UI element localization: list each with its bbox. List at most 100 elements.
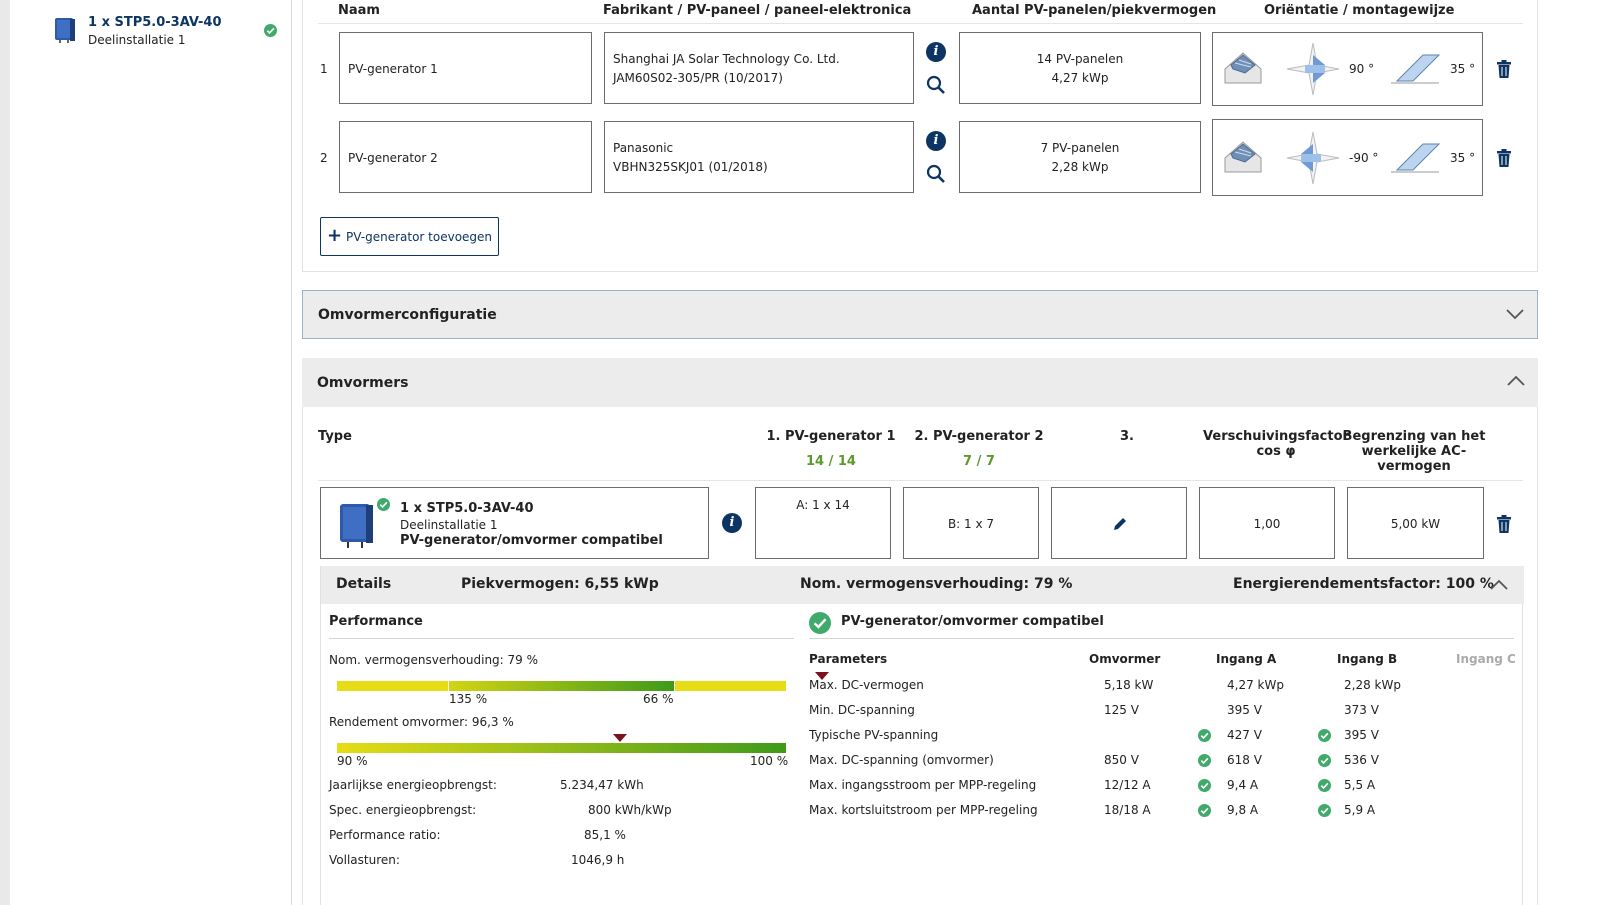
- app-window: 1 x STP5.0-3AV-40 Deelinstallatie 1 Naam…: [10, 0, 1623, 905]
- col-header-gen1: 1. PV-generator 1 14 / 14: [756, 429, 906, 469]
- details-header[interactable]: Details Piekvermogen: 6,55 kWp Nom. verm…: [321, 566, 1524, 604]
- chevron-down-icon: [1506, 309, 1524, 320]
- details-label: Details: [336, 576, 392, 592]
- stat-label: Vollasturen:: [329, 853, 400, 867]
- pv-name-field[interactable]: PV-generator 2: [339, 121, 592, 193]
- inverter-type-field[interactable]: 1 x STP5.0-3AV-40 Deelinstallatie 1 PV-g…: [320, 487, 709, 559]
- panel-model-value: VBHN325SKJ01 (01/2018): [613, 160, 768, 174]
- panel-model-value: JAM60S02-305/PR (10/2017): [613, 71, 783, 85]
- pv-panel-field[interactable]: Shanghai JA Solar Technology Co. Ltd. JA…: [604, 32, 914, 104]
- row-number: 2: [320, 151, 328, 165]
- col-header-type: Type: [318, 429, 352, 444]
- input-b-value: 5,9 A: [1344, 803, 1376, 817]
- peak-power-value: 4,27 kWp: [1051, 70, 1109, 85]
- gauge-bar: [337, 743, 786, 753]
- input-b-value: 395 V: [1344, 728, 1379, 742]
- gauge-segment-low: [337, 681, 448, 691]
- info-icon[interactable]: i: [722, 513, 742, 533]
- gen2-config-value: B: 1 x 7: [947, 517, 995, 531]
- limit-label-2: werkelijke AC-: [1361, 444, 1467, 459]
- chevron-up-icon: [1490, 579, 1508, 590]
- accordion-title: Omvormerconfiguratie: [318, 306, 497, 323]
- trash-icon[interactable]: [1496, 149, 1512, 167]
- check-circle-icon: [809, 612, 831, 634]
- col-header-input-c: Ingang C: [1456, 652, 1516, 666]
- inverter-subtitle: Deelinstallatie 1: [400, 518, 498, 532]
- pv-name-value: PV-generator 1: [348, 62, 438, 76]
- gen2-label: 2. PV-generator 2: [914, 429, 1044, 444]
- input-a-value: 427 V: [1227, 728, 1262, 742]
- ratio-label: Nom. vermogensverhouding: 79 %: [329, 653, 539, 667]
- pencil-icon: [1114, 518, 1126, 530]
- search-icon[interactable]: [926, 164, 946, 184]
- efficiency-marker: [612, 734, 627, 742]
- pv-panel-field[interactable]: Panasonic VBHN325SKJ01 (01/2018): [604, 121, 914, 193]
- add-pv-generator-label: PV-generator toevoegen: [346, 229, 493, 244]
- info-icon[interactable]: i: [926, 42, 946, 62]
- accordion-inverter-config[interactable]: Omvormerconfiguratie: [302, 290, 1538, 339]
- info-icon[interactable]: i: [926, 131, 946, 151]
- stat-value: 1046,9 h: [571, 853, 625, 867]
- gen3-config-field[interactable]: [1051, 487, 1187, 559]
- limit-label-1: Begrenzing van het: [1342, 429, 1486, 444]
- check-circle-icon: [1318, 779, 1331, 792]
- check-circle-icon: [1318, 729, 1331, 742]
- col-header-ac-limit: Begrenzing van het werkelijke AC- vermog…: [1341, 429, 1487, 474]
- ac-limit-field[interactable]: 5,00 kW: [1347, 487, 1484, 559]
- inverter-icon: [340, 504, 373, 548]
- gauge-low-label: 135 %: [449, 692, 488, 706]
- orientation-field[interactable]: 90 ° 35 °: [1212, 32, 1483, 106]
- gen1-config-field[interactable]: A: 1 x 14: [755, 487, 891, 559]
- panel-count-field[interactable]: 7 PV-panelen 2,28 kWp: [959, 121, 1201, 193]
- inverter-value: 850 V: [1104, 753, 1139, 767]
- trash-icon[interactable]: [1496, 60, 1512, 78]
- inverter-value: 18/18 A: [1104, 803, 1151, 817]
- input-b-value: 373 V: [1344, 703, 1379, 717]
- gauge-segment-optimal: [449, 681, 674, 691]
- col-header-manufacturer: Fabrikant / PV-paneel / paneel-elektroni…: [603, 3, 912, 18]
- compass-east-icon: [1286, 42, 1340, 96]
- cosphi-field[interactable]: 1,00: [1199, 487, 1335, 559]
- check-circle-icon: [1318, 804, 1331, 817]
- col-header-orientation: Oriëntatie / montagewijze: [1264, 3, 1455, 18]
- gauge-high-label: 66 %: [643, 692, 674, 706]
- divider: [809, 638, 1514, 639]
- divider: [318, 480, 1523, 481]
- stat-value: 5.234,47 kWh: [560, 778, 644, 792]
- limit-label-3: vermogen: [1377, 459, 1451, 474]
- pv-name-field[interactable]: PV-generator 1: [339, 32, 592, 104]
- tilt-value: 35 °: [1450, 62, 1476, 76]
- col-header-gen2: 2. PV-generator 2 7 / 7: [904, 429, 1054, 469]
- tilt-panel-icon: [1391, 54, 1441, 84]
- add-pv-generator-button[interactable]: + PV-generator toevoegen: [320, 217, 499, 256]
- check-circle-icon: [1198, 754, 1211, 767]
- input-b-value: 536 V: [1344, 753, 1379, 767]
- manufacturer-value: Shanghai JA Solar Technology Co. Ltd.: [613, 52, 840, 66]
- inverter-value: 125 V: [1104, 703, 1139, 717]
- input-a-value: 395 V: [1227, 703, 1262, 717]
- inverter-title: 1 x STP5.0-3AV-40: [400, 501, 534, 516]
- param-label: Max. ingangsstroom per MPP-regeling: [809, 778, 1037, 792]
- panel-count-field[interactable]: 14 PV-panelen 4,27 kWp: [959, 32, 1201, 104]
- param-label: Min. DC-spanning: [809, 703, 915, 717]
- chevron-up-icon: [1507, 375, 1525, 386]
- azimuth-value: -90 °: [1349, 151, 1379, 165]
- col-header-input-b: Ingang B: [1337, 652, 1398, 666]
- sidebar-item-inverter[interactable]: 1 x STP5.0-3AV-40 Deelinstallatie 1: [52, 14, 282, 54]
- pv-name-value: PV-generator 2: [348, 151, 438, 165]
- ratio-summary: Nom. vermogensverhouding: 79 %: [800, 576, 1073, 592]
- search-icon[interactable]: [926, 75, 946, 95]
- inverter-value: 12/12 A: [1104, 778, 1151, 792]
- cosphi-label-1: Verschuivingsfactor: [1203, 429, 1349, 444]
- gauge-high-label: 100 %: [750, 754, 789, 768]
- panel-count-value: 14 PV-panelen: [1036, 51, 1124, 66]
- compat-status: PV-generator/omvormer compatibel: [400, 533, 663, 548]
- trash-icon[interactable]: [1496, 515, 1512, 533]
- accordion-inverters[interactable]: Omvormers: [302, 358, 1538, 407]
- gen2-config-field[interactable]: B: 1 x 7: [903, 487, 1039, 559]
- stat-value: 800 kWh/kWp: [588, 803, 672, 817]
- peak-power-summary: Piekvermogen: 6,55 kWp: [461, 576, 659, 592]
- details-panel: Details Piekvermogen: 6,55 kWp Nom. verm…: [320, 566, 1524, 905]
- house-roof-icon: [1224, 141, 1262, 173]
- orientation-field[interactable]: -90 ° 35 °: [1212, 119, 1483, 196]
